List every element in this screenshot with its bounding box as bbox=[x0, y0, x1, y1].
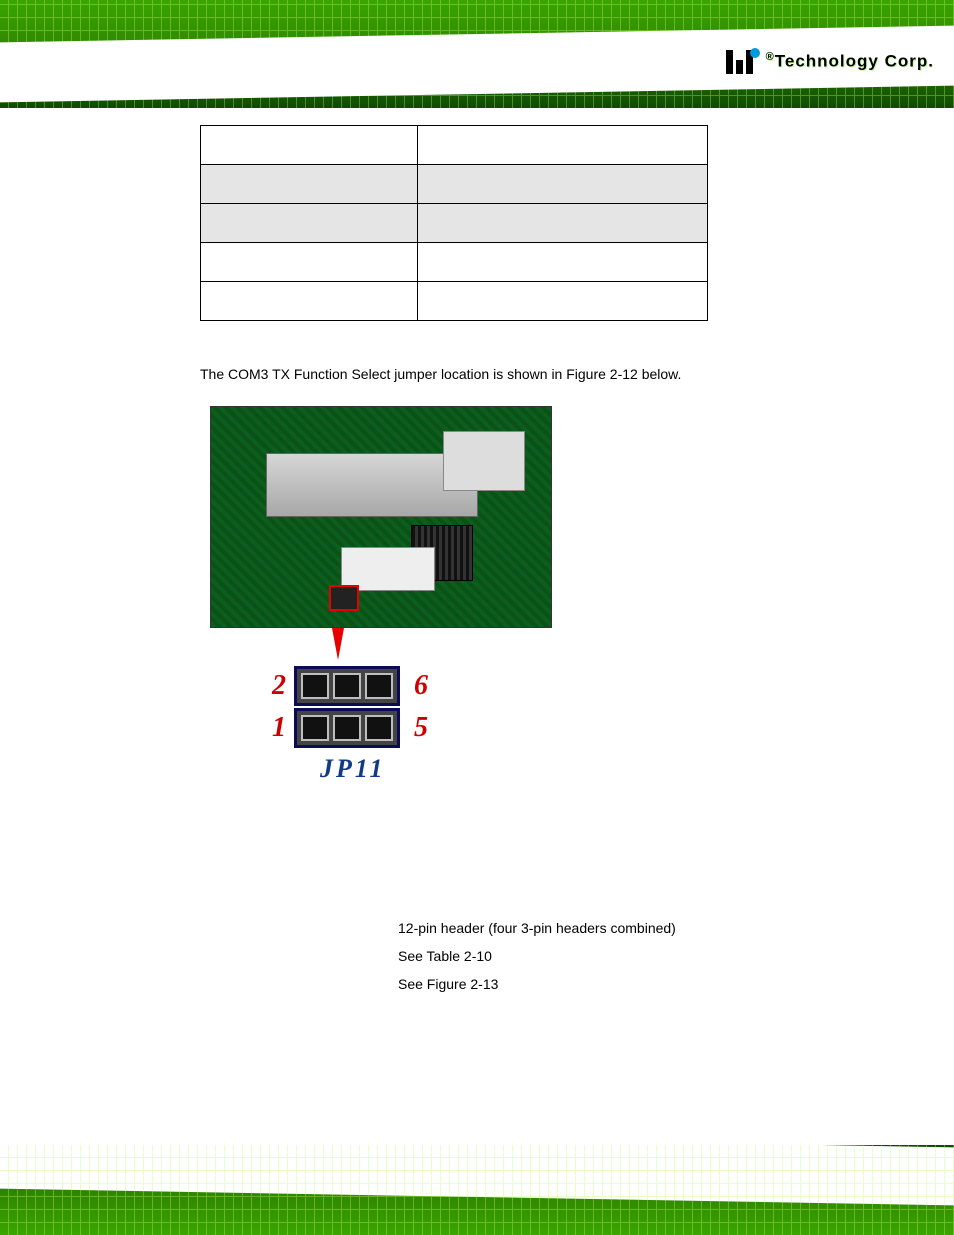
table-row bbox=[201, 243, 708, 282]
brand-text: Technology Corp. bbox=[775, 51, 934, 70]
table-cell bbox=[201, 204, 418, 243]
table-cell bbox=[418, 204, 708, 243]
table-row bbox=[201, 282, 708, 321]
page: ®Technology Corp. The COM3 TX Function S… bbox=[0, 0, 954, 1235]
list-item: See Figure 2-13 bbox=[398, 970, 748, 998]
jumper-name-label: JP11 bbox=[320, 754, 748, 784]
content-area: The COM3 TX Function Select jumper locat… bbox=[200, 125, 748, 998]
table-cell bbox=[201, 243, 418, 282]
jumper-highlight-box bbox=[329, 585, 359, 611]
spec-table bbox=[200, 125, 708, 321]
table-row bbox=[201, 204, 708, 243]
top-banner: ®Technology Corp. bbox=[0, 0, 954, 108]
table-cell bbox=[201, 282, 418, 321]
brand-logo: ®Technology Corp. bbox=[726, 50, 934, 74]
figure-block: 2 6 1 5 JP11 bbox=[210, 406, 748, 784]
table-row bbox=[201, 126, 708, 165]
jumper-diagram: 2 6 1 5 JP11 bbox=[266, 666, 748, 784]
body-paragraph: The COM3 TX Function Select jumper locat… bbox=[200, 361, 748, 388]
header-row-bottom-icon bbox=[294, 708, 400, 748]
table-cell bbox=[418, 282, 708, 321]
pin-label-top-left: 2 bbox=[266, 670, 286, 702]
table-row bbox=[201, 165, 708, 204]
table-cell bbox=[201, 126, 418, 165]
registered-symbol: ® bbox=[766, 51, 775, 63]
list-item: See Table 2-10 bbox=[398, 942, 748, 970]
table-cell bbox=[418, 165, 708, 204]
list-item: 12-pin header (four 3-pin headers combin… bbox=[398, 914, 748, 942]
board-photo bbox=[210, 406, 552, 628]
logo-mark-icon bbox=[726, 50, 760, 74]
pin-label-bot-left: 1 bbox=[266, 712, 286, 744]
banner-pattern bbox=[0, 1145, 954, 1235]
pin-label-top-right: 6 bbox=[408, 670, 428, 702]
table-cell bbox=[201, 165, 418, 204]
arrow-down-icon bbox=[332, 628, 344, 660]
table-cell bbox=[418, 243, 708, 282]
bottom-banner bbox=[0, 1145, 954, 1235]
pin-label-bot-right: 5 bbox=[408, 712, 428, 744]
heatsink-2-icon bbox=[443, 431, 525, 491]
table-cell bbox=[418, 126, 708, 165]
reference-list: 12-pin header (four 3-pin headers combin… bbox=[398, 914, 748, 998]
header-row-top-icon bbox=[294, 666, 400, 706]
